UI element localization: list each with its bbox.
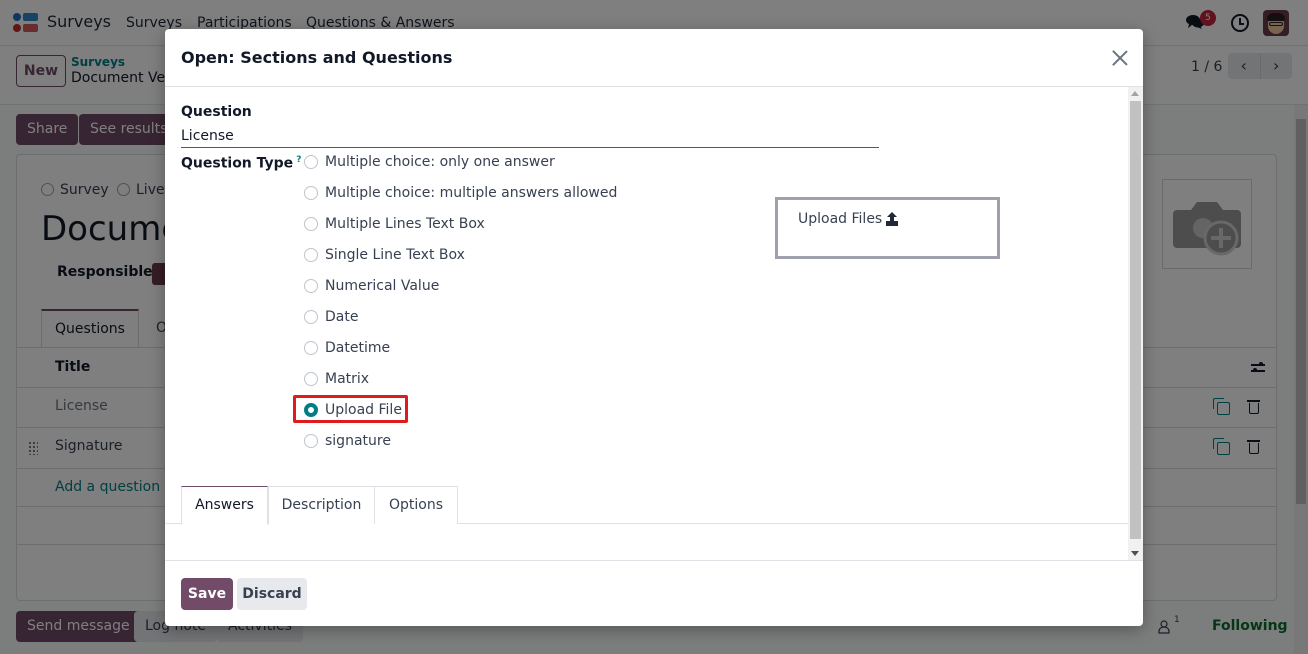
scroll-down-icon[interactable]	[1131, 551, 1139, 556]
tab-options[interactable]: Options	[374, 486, 458, 524]
dialog-scrollbar[interactable]	[1128, 87, 1143, 560]
question-type-option[interactable]: Multiple choice: only one answer	[304, 152, 555, 172]
save-button[interactable]: Save	[181, 578, 233, 610]
radio-icon[interactable]	[304, 248, 318, 262]
dialog-footer: Save Discard	[165, 560, 1143, 626]
tab-description[interactable]: Description	[268, 486, 375, 524]
question-type-option[interactable]: Matrix	[304, 369, 369, 389]
upload-icon	[886, 212, 898, 224]
discard-button[interactable]: Discard	[237, 578, 307, 610]
question-type-label: Question Type?	[181, 155, 302, 172]
dialog-header: Open: Sections and Questions	[165, 29, 1143, 87]
radio-icon[interactable]	[304, 155, 318, 169]
scroll-up-icon[interactable]	[1131, 91, 1139, 96]
upload-files-preview: Upload Files	[775, 197, 1000, 259]
question-type-option[interactable]: Date	[304, 307, 358, 327]
radio-icon[interactable]	[304, 279, 318, 293]
question-input[interactable]	[181, 125, 879, 148]
question-dialog: Open: Sections and Questions Question Qu…	[165, 29, 1143, 626]
question-type-option[interactable]: Single Line Text Box	[304, 245, 465, 265]
radio-icon[interactable]	[304, 186, 318, 200]
radio-icon[interactable]	[304, 372, 318, 386]
close-icon[interactable]	[1109, 47, 1131, 69]
scrollbar-thumb[interactable]	[1130, 101, 1141, 539]
question-label: Question	[181, 104, 252, 120]
radio-icon[interactable]	[304, 310, 318, 324]
question-type-option[interactable]: Multiple Lines Text Box	[304, 214, 485, 234]
radio-icon[interactable]	[304, 341, 318, 355]
dialog-body: Question Question Type? Multiple choice:…	[165, 87, 1143, 560]
question-type-option[interactable]: Datetime	[304, 338, 390, 358]
dialog-title: Open: Sections and Questions	[181, 48, 453, 67]
help-tooltip-icon[interactable]: ?	[296, 155, 301, 165]
tab-answers[interactable]: Answers	[181, 486, 268, 525]
radio-icon[interactable]	[304, 434, 318, 448]
radio-icon[interactable]	[304, 217, 318, 231]
question-type-option[interactable]: Multiple choice: multiple answers allowe…	[304, 183, 617, 203]
question-type-option[interactable]: Numerical Value	[304, 276, 439, 296]
dialog-notebook-tabs: Answers Description Options	[165, 486, 1128, 525]
upload-files-label: Upload Files	[798, 211, 883, 227]
selection-highlight	[293, 395, 408, 423]
question-type-option[interactable]: signature	[304, 431, 391, 451]
